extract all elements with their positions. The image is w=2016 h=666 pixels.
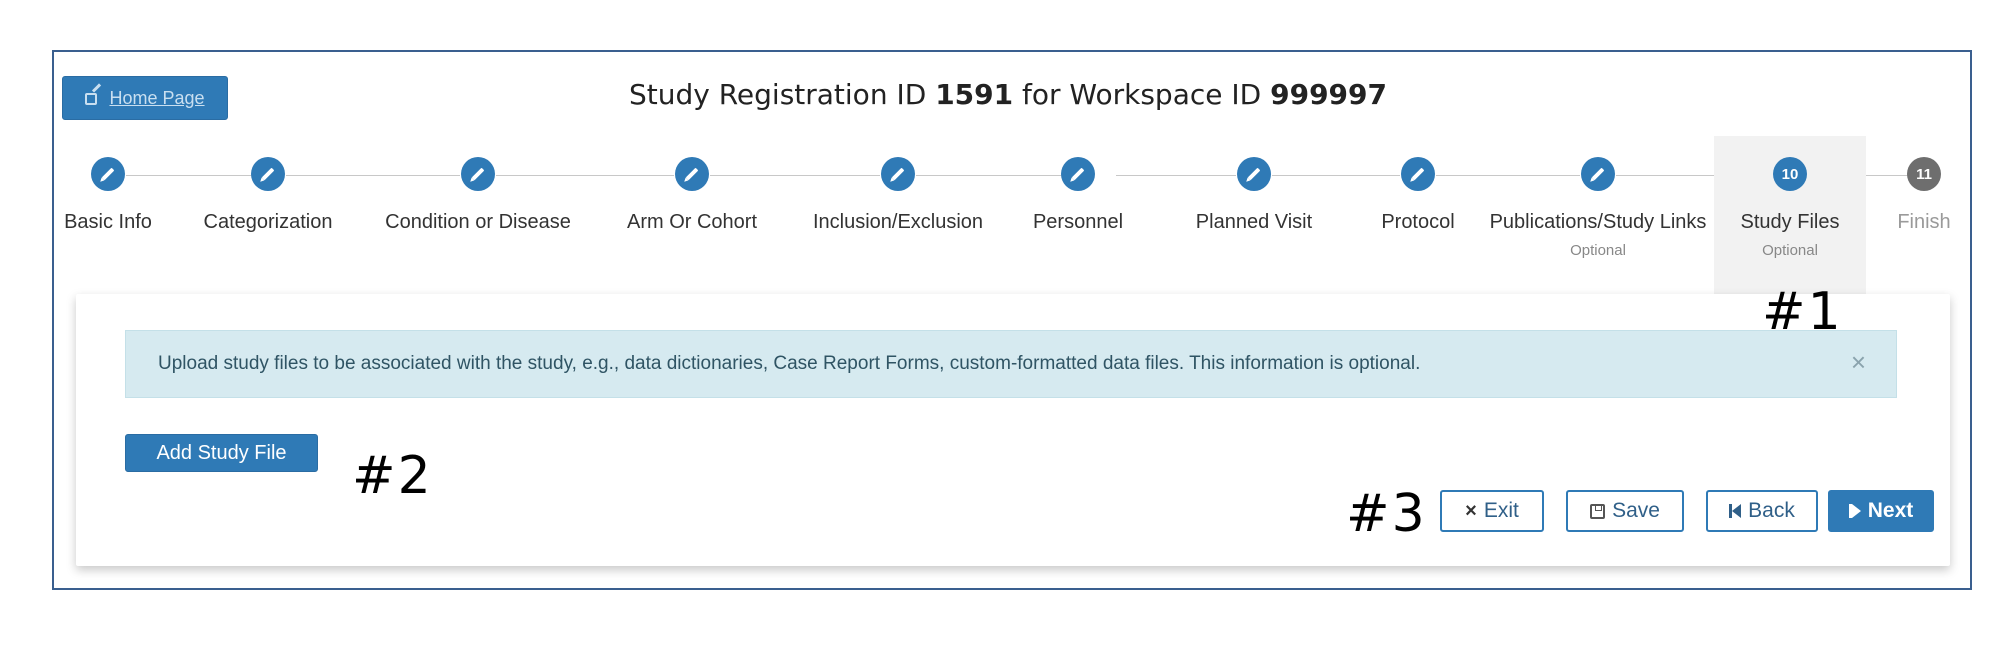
pencil-icon: [1247, 167, 1261, 181]
page-title: Study Registration ID 1591 for Workspace…: [628, 78, 1388, 111]
close-icon[interactable]: ×: [1851, 349, 1866, 375]
pencil-icon: [1591, 167, 1605, 181]
step-study-files[interactable]: 10 Study Files Optional: [1714, 136, 1866, 294]
exit-button[interactable]: × Exit: [1440, 490, 1544, 532]
step-publications-study-links[interactable]: Publications/Study Links Optional: [1478, 155, 1718, 259]
step-complete-circle: [675, 157, 709, 191]
info-alert: Upload study files to be associated with…: [125, 330, 1897, 398]
back-button[interactable]: Back: [1706, 490, 1818, 532]
step-backward-icon: [1729, 504, 1742, 518]
step-complete-circle: [1061, 157, 1095, 191]
step-complete-circle: [91, 157, 125, 191]
pencil-icon: [891, 167, 905, 181]
step-optional-note: Optional: [1570, 242, 1626, 259]
step-complete-circle: [1581, 157, 1615, 191]
step-forward-icon: [1848, 504, 1861, 518]
pencil-icon: [1071, 167, 1085, 181]
annotation-3: #3: [1346, 484, 1427, 544]
step-condition-or-disease[interactable]: Condition or Disease: [368, 155, 588, 234]
step-arm-or-cohort[interactable]: Arm Or Cohort: [582, 155, 802, 234]
step-complete-circle: [251, 157, 285, 191]
pencil-icon: [1411, 167, 1425, 181]
step-number-circle: 10: [1773, 157, 1807, 191]
add-study-file-button[interactable]: Add Study File: [125, 434, 318, 472]
step-categorization[interactable]: Categorization: [158, 155, 378, 234]
save-button[interactable]: Save: [1566, 490, 1684, 532]
pencil-icon: [685, 167, 699, 181]
close-icon: ×: [1465, 499, 1477, 522]
step-number-circle: 11: [1907, 157, 1941, 191]
pencil-icon: [261, 167, 275, 181]
step-complete-circle: [1237, 157, 1271, 191]
step-complete-circle: [461, 157, 495, 191]
floppy-disk-icon: [1590, 503, 1606, 519]
alert-message: Upload study files to be associated with…: [158, 353, 1421, 374]
step-finish[interactable]: 11 Finish: [1874, 155, 1974, 234]
registration-id: 1591: [935, 78, 1014, 111]
pencil-icon: [101, 167, 115, 181]
annotation-2: #2: [352, 446, 433, 506]
step-complete-circle: [881, 157, 915, 191]
step-complete-circle: [1401, 157, 1435, 191]
step-optional-note: Optional: [1762, 242, 1818, 259]
pencil-icon: [471, 167, 485, 181]
workspace-id: 999997: [1270, 78, 1388, 111]
next-button[interactable]: Next: [1828, 490, 1934, 532]
